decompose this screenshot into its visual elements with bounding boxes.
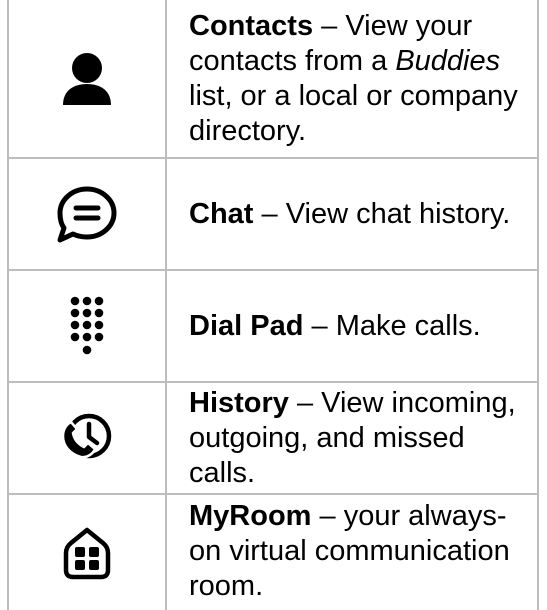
icon-cell	[7, 0, 167, 159]
icon-cell	[7, 269, 167, 383]
term-label: History	[189, 386, 289, 419]
separator: –	[313, 9, 346, 42]
term-label: Contacts	[189, 9, 314, 42]
chat-bubble-icon	[57, 186, 117, 243]
description-text: View chat history.	[285, 197, 511, 230]
separator: –	[311, 500, 344, 532]
icon-cell	[7, 493, 167, 610]
table-row: Contacts – View your contacts from a Bud…	[7, 0, 539, 159]
separator: –	[303, 309, 336, 342]
term-label: Dial Pad	[189, 309, 304, 342]
separator: –	[288, 386, 322, 419]
description-cell: Chat – View chat history.	[165, 157, 539, 271]
buddies-emphasis: Buddies	[395, 44, 501, 77]
term-label: MyRoom	[189, 500, 312, 532]
table-row: History – View incoming, outgoing, and m…	[7, 381, 539, 495]
table-row: MyRoom – your always-on virtual communic…	[7, 493, 539, 610]
description-cell: Dial Pad – Make calls.	[165, 269, 539, 383]
dial-pad-icon	[70, 296, 104, 355]
description-cell: MyRoom – your always-on virtual communic…	[165, 493, 539, 610]
separator: –	[253, 197, 286, 230]
table-row: Dial Pad – Make calls.	[7, 269, 539, 383]
icon-cell	[7, 381, 167, 495]
description-text: list, or a local or company directory.	[189, 79, 518, 147]
history-icon	[61, 413, 112, 459]
term-label: Chat	[189, 197, 254, 230]
myroom-icon	[63, 527, 111, 579]
description-text: Make calls.	[335, 309, 481, 342]
feature-table: Contacts – View your contacts from a Bud…	[7, 0, 539, 610]
person-icon	[63, 52, 111, 105]
icon-cell	[7, 157, 167, 271]
description-cell: Contacts – View your contacts from a Bud…	[165, 0, 539, 159]
table-row: Chat – View chat history.	[7, 157, 539, 271]
description-cell: History – View incoming, outgoing, and m…	[165, 381, 539, 495]
